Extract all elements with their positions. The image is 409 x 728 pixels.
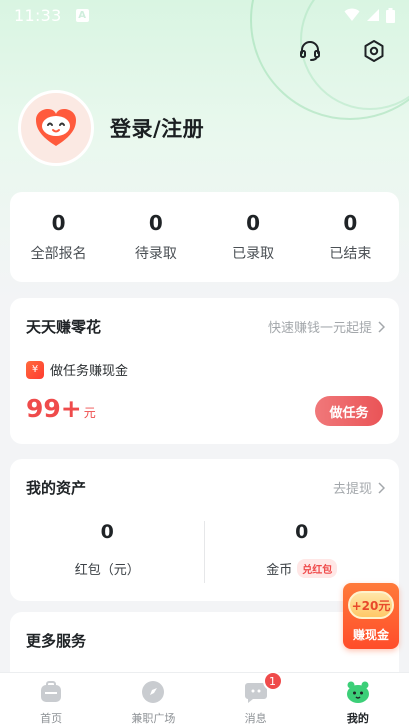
earn-more-label: 快速赚钱一元起提 [267, 321, 372, 336]
float-label: 赚现金 [352, 628, 389, 642]
stat-label: 已录取 [232, 246, 275, 262]
compass-icon [141, 680, 165, 704]
card-header: 我的资产 去提现 [26, 477, 385, 498]
withdraw-link[interactable]: 去提现 [333, 478, 385, 497]
coin-value: 0 [295, 521, 309, 543]
tab-messages[interactable]: 1 消息 [205, 671, 307, 728]
tab-mine[interactable]: 我的 [307, 673, 409, 728]
chevron-right-icon [378, 320, 385, 333]
header-actions [297, 38, 387, 64]
profile-header: 登录/注册 [18, 90, 204, 166]
earn-cash-float-button[interactable]: +20元 赚现金 [343, 583, 399, 649]
divider [204, 521, 205, 583]
redeem-tag[interactable]: 兑红包 [297, 559, 338, 578]
coin-reward-icon: +20元 [348, 591, 394, 619]
amount-value: 99 [26, 394, 61, 423]
tab-part-time-plaza[interactable]: 兼职广场 [102, 673, 204, 728]
settings-icon[interactable] [361, 38, 387, 64]
wifi-icon [344, 8, 360, 21]
more-services-card: 更多服务 [10, 612, 399, 672]
profile-mascot-icon [346, 680, 370, 704]
login-register-link[interactable]: 登录/注册 [110, 113, 204, 143]
customer-service-icon[interactable] [297, 38, 323, 64]
stat-label: 全部报名 [30, 246, 87, 262]
stat-pending[interactable]: 0 待录取 [107, 192, 204, 282]
card-title: 我的资产 [26, 479, 87, 497]
battery-icon [386, 7, 395, 23]
assets-values: 0 红包（元） 0 金币 兑红包 [10, 521, 399, 583]
red-packet-balance[interactable]: 0 红包（元） [10, 521, 205, 583]
amount-unit: 元 [83, 406, 96, 420]
chevron-right-icon [378, 481, 385, 494]
tab-label: 兼职广场 [131, 712, 176, 725]
stat-label: 已结束 [329, 246, 372, 262]
red-packet-label-text: 红包（元） [74, 563, 140, 578]
status-bar: 11:33 A [0, 0, 409, 30]
stat-count: 0 [148, 211, 163, 235]
stat-accepted[interactable]: 0 已录取 [205, 192, 302, 282]
earn-amount: 99 + 元 [26, 394, 96, 423]
stat-count: 0 [343, 211, 358, 235]
card-title: 天天赚零花 [26, 318, 102, 336]
stat-count: 0 [246, 211, 261, 235]
amount-plus: + [60, 394, 82, 423]
earn-more-link[interactable]: 快速赚钱一元起提 [268, 317, 385, 336]
card-header: 天天赚零花 快速赚钱一元起提 [26, 316, 385, 337]
stat-label: 待录取 [134, 246, 177, 262]
signal-icon [367, 9, 379, 21]
coin-label: 金币 兑红包 [266, 559, 338, 578]
earn-pocket-money-card: 天天赚零花 快速赚钱一元起提 ¥ 做任务赚现金 99 + 元 做任务 [10, 298, 399, 444]
avatar[interactable] [18, 90, 94, 166]
coin-label-text: 金币 [266, 563, 293, 578]
tab-label: 首页 [40, 712, 63, 725]
stat-ended[interactable]: 0 已结束 [302, 192, 399, 282]
status-time: 11:33 [14, 5, 62, 25]
unread-badge: 1 [262, 671, 283, 691]
task-row: ¥ 做任务赚现金 [26, 360, 128, 379]
withdraw-label: 去提现 [332, 482, 372, 497]
do-task-button[interactable]: 做任务 [315, 396, 383, 426]
stat-all-applied[interactable]: 0 全部报名 [10, 192, 107, 282]
bottom-tab-bar: 首页 兼职广场 1 消息 我的 [0, 671, 409, 728]
red-packet-label: 红包（元） [75, 559, 140, 578]
my-assets-card: 我的资产 去提现 0 红包（元） 0 金币 兑红包 [10, 459, 399, 601]
task-description: 做任务赚现金 [50, 364, 129, 379]
coin-balance[interactable]: 0 金币 兑红包 [205, 521, 400, 583]
stat-count: 0 [51, 211, 66, 235]
tab-label: 我的 [346, 712, 369, 725]
yuan-badge-icon: ¥ [26, 360, 44, 379]
mascot-logo-icon [36, 109, 76, 146]
status-icons [344, 7, 395, 23]
notification-app-icon: A [75, 8, 89, 22]
card-header: 更多服务 [26, 630, 385, 651]
application-stats-card: 0 全部报名 0 待录取 0 已录取 0 已结束 [10, 192, 399, 282]
tab-label: 消息 [244, 712, 267, 725]
tab-home[interactable]: 首页 [0, 673, 102, 728]
red-packet-value: 0 [100, 521, 114, 543]
card-title: 更多服务 [26, 632, 87, 650]
home-icon [39, 680, 63, 704]
